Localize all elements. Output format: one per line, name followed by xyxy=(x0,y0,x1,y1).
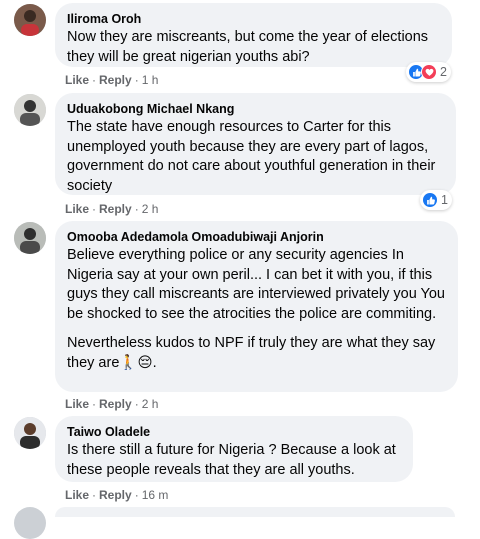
comment-bubble: Taiwo Oladele Is there still a future fo… xyxy=(55,416,413,482)
comment-paragraph: Is there still a future for Nigeria ? Be… xyxy=(67,442,396,478)
avatar[interactable] xyxy=(14,507,46,539)
comment-text: The state have enough resources to Carte… xyxy=(67,118,444,196)
reply-button[interactable]: Reply xyxy=(99,397,132,411)
love-icon xyxy=(421,64,437,80)
like-button[interactable]: Like xyxy=(65,488,89,502)
reaction-count: 2 xyxy=(440,65,447,79)
reactions-summary[interactable]: 1 xyxy=(420,190,452,210)
comment-actions: Like · Reply · 2 h xyxy=(65,397,159,411)
timestamp[interactable]: 1 h xyxy=(142,73,159,87)
comment-bubble: Uduakobong Michael Nkang The state have … xyxy=(55,93,456,195)
comment-author[interactable]: Omooba Adedamola Omoadubiwaji Anjorin xyxy=(67,229,446,245)
comment-paragraph: Now they are miscreants, but come the ye… xyxy=(67,29,429,65)
avatar[interactable] xyxy=(14,94,46,126)
comment-author[interactable]: Uduakobong Michael Nkang xyxy=(67,101,444,117)
comment-bubble xyxy=(55,507,455,517)
comment-actions: Like · Reply · 2 h xyxy=(65,202,159,216)
comment-bubble: Iliroma Oroh Now they are miscreants, bu… xyxy=(55,3,452,67)
like-button[interactable]: Like xyxy=(65,73,89,87)
comment-bubble: Omooba Adedamola Omoadubiwaji Anjorin Be… xyxy=(55,221,458,392)
avatar[interactable] xyxy=(14,417,46,449)
comment-text: Believe everything police or any securit… xyxy=(67,246,446,373)
timestamp[interactable]: 2 h xyxy=(142,202,159,216)
avatar[interactable] xyxy=(14,4,46,36)
reactions-summary[interactable]: 2 xyxy=(406,62,451,82)
comment-paragraph: Nevertheless kudos to NPF if truly they … xyxy=(67,335,436,371)
reply-button[interactable]: Reply xyxy=(99,73,132,87)
comment-text: Is there still a future for Nigeria ? Be… xyxy=(67,441,401,480)
timestamp[interactable]: 2 h xyxy=(142,397,159,411)
avatar[interactable] xyxy=(14,222,46,254)
reply-button[interactable]: Reply xyxy=(99,488,132,502)
comment-paragraph: Believe everything police or any securit… xyxy=(67,247,445,322)
reply-button[interactable]: Reply xyxy=(99,202,132,216)
comment-text: Now they are miscreants, but come the ye… xyxy=(67,28,440,67)
comment-author[interactable]: Taiwo Oladele xyxy=(67,424,401,440)
comment-author[interactable]: Iliroma Oroh xyxy=(67,11,440,27)
like-button[interactable]: Like xyxy=(65,397,89,411)
comment-actions: Like · Reply · 16 m xyxy=(65,488,169,502)
comment-paragraph: The state have enough resources to Carte… xyxy=(67,119,436,194)
timestamp[interactable]: 16 m xyxy=(142,488,169,502)
comment-actions: Like · Reply · 1 h xyxy=(65,73,159,87)
reaction-count: 1 xyxy=(441,193,448,207)
like-icon xyxy=(422,192,438,208)
like-button[interactable]: Like xyxy=(65,202,89,216)
